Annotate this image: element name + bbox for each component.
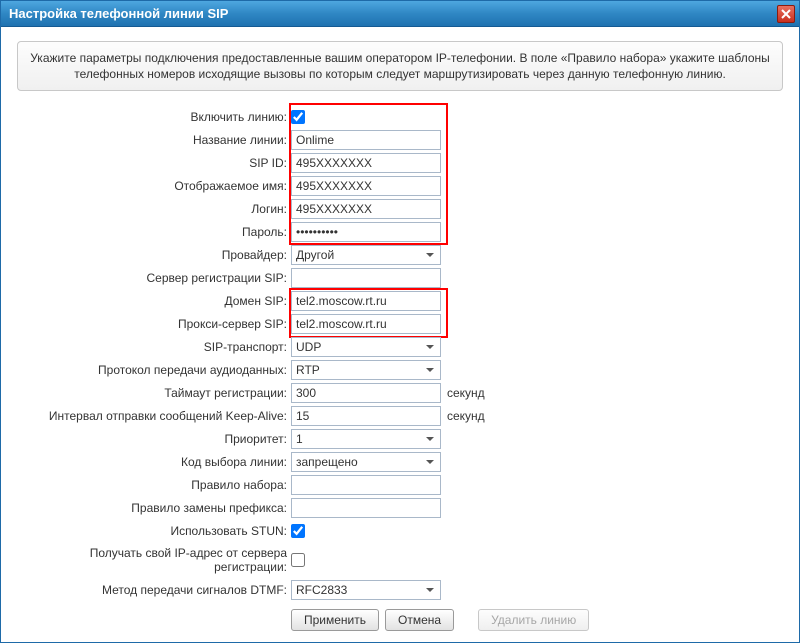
priority-select[interactable]: 1 — [291, 429, 441, 449]
chevron-down-icon — [422, 339, 438, 355]
display-input[interactable] — [291, 176, 441, 196]
dialrule-input[interactable] — [291, 475, 441, 495]
keepalive-input[interactable] — [291, 406, 441, 426]
label-priority: Приоритет: — [17, 432, 291, 446]
label-prefix: Правило замены префикса: — [17, 501, 291, 515]
content: Укажите параметры подключения предоставл… — [1, 27, 799, 641]
label-timeout: Таймаут регистрации: — [17, 386, 291, 400]
cancel-button[interactable]: Отмена — [385, 609, 454, 631]
window-title: Настройка телефонной линии SIP — [9, 6, 228, 21]
label-audio: Протокол передачи аудиоданных: — [17, 363, 291, 377]
label-enable: Включить линию: — [17, 110, 291, 124]
label-login: Логин: — [17, 202, 291, 216]
label-password: Пароль: — [17, 225, 291, 239]
label-sipid: SIP ID: — [17, 156, 291, 170]
password-input[interactable] — [291, 222, 441, 242]
dialog-window: Настройка телефонной линии SIP Укажите п… — [0, 0, 800, 643]
close-button[interactable] — [777, 5, 795, 23]
label-provider: Провайдер: — [17, 248, 291, 262]
priority-value: 1 — [296, 432, 303, 446]
chevron-down-icon — [422, 454, 438, 470]
label-name: Название линии: — [17, 133, 291, 147]
prefix-input[interactable] — [291, 498, 441, 518]
provider-select[interactable]: Другой — [291, 245, 441, 265]
transport-select[interactable]: UDP — [291, 337, 441, 357]
close-icon — [781, 9, 791, 19]
label-dialrule: Правило набора: — [17, 478, 291, 492]
chevron-down-icon — [422, 247, 438, 263]
ipfromreg-checkbox[interactable] — [291, 553, 305, 567]
timeout-input[interactable] — [291, 383, 441, 403]
stun-checkbox[interactable] — [291, 524, 305, 538]
audio-select[interactable]: RTP — [291, 360, 441, 380]
proxy-input[interactable] — [291, 314, 441, 334]
chevron-down-icon — [422, 431, 438, 447]
audio-value: RTP — [296, 363, 320, 377]
regserver-input[interactable] — [291, 268, 441, 288]
provider-value: Другой — [296, 248, 334, 262]
timeout-unit: секунд — [447, 386, 485, 400]
chevron-down-icon — [422, 362, 438, 378]
chevron-down-icon — [422, 582, 438, 598]
info-box: Укажите параметры подключения предоставл… — [17, 41, 783, 91]
sipid-input[interactable] — [291, 153, 441, 173]
dtmf-select[interactable]: RFC2833 — [291, 580, 441, 600]
login-input[interactable] — [291, 199, 441, 219]
button-row: Применить Отмена Удалить линию — [291, 609, 783, 631]
linecode-select[interactable]: запрещено — [291, 452, 441, 472]
label-linecode: Код выбора линии: — [17, 455, 291, 469]
dtmf-value: RFC2833 — [296, 583, 347, 597]
label-domain: Домен SIP: — [17, 294, 291, 308]
enable-checkbox[interactable] — [291, 110, 305, 124]
label-transport: SIP-транспорт: — [17, 340, 291, 354]
label-regserver: Сервер регистрации SIP: — [17, 271, 291, 285]
domain-input[interactable] — [291, 291, 441, 311]
label-keepalive: Интервал отправки сообщений Keep-Alive: — [17, 409, 291, 423]
delete-line-button: Удалить линию — [478, 609, 589, 631]
apply-button[interactable]: Применить — [291, 609, 379, 631]
transport-value: UDP — [296, 340, 321, 354]
keepalive-unit: секунд — [447, 409, 485, 423]
linecode-value: запрещено — [296, 455, 358, 469]
label-proxy: Прокси-сервер SIP: — [17, 317, 291, 331]
label-dtmf: Метод передачи сигналов DTMF: — [17, 583, 291, 597]
label-stun: Использовать STUN: — [17, 524, 291, 538]
name-input[interactable] — [291, 130, 441, 150]
label-display: Отображаемое имя: — [17, 179, 291, 193]
label-ipfromreg: Получать свой IP-адрес от сервера регист… — [17, 546, 291, 575]
form: Включить линию: Название линии: SIP ID: … — [17, 105, 783, 631]
titlebar: Настройка телефонной линии SIP — [1, 1, 799, 27]
